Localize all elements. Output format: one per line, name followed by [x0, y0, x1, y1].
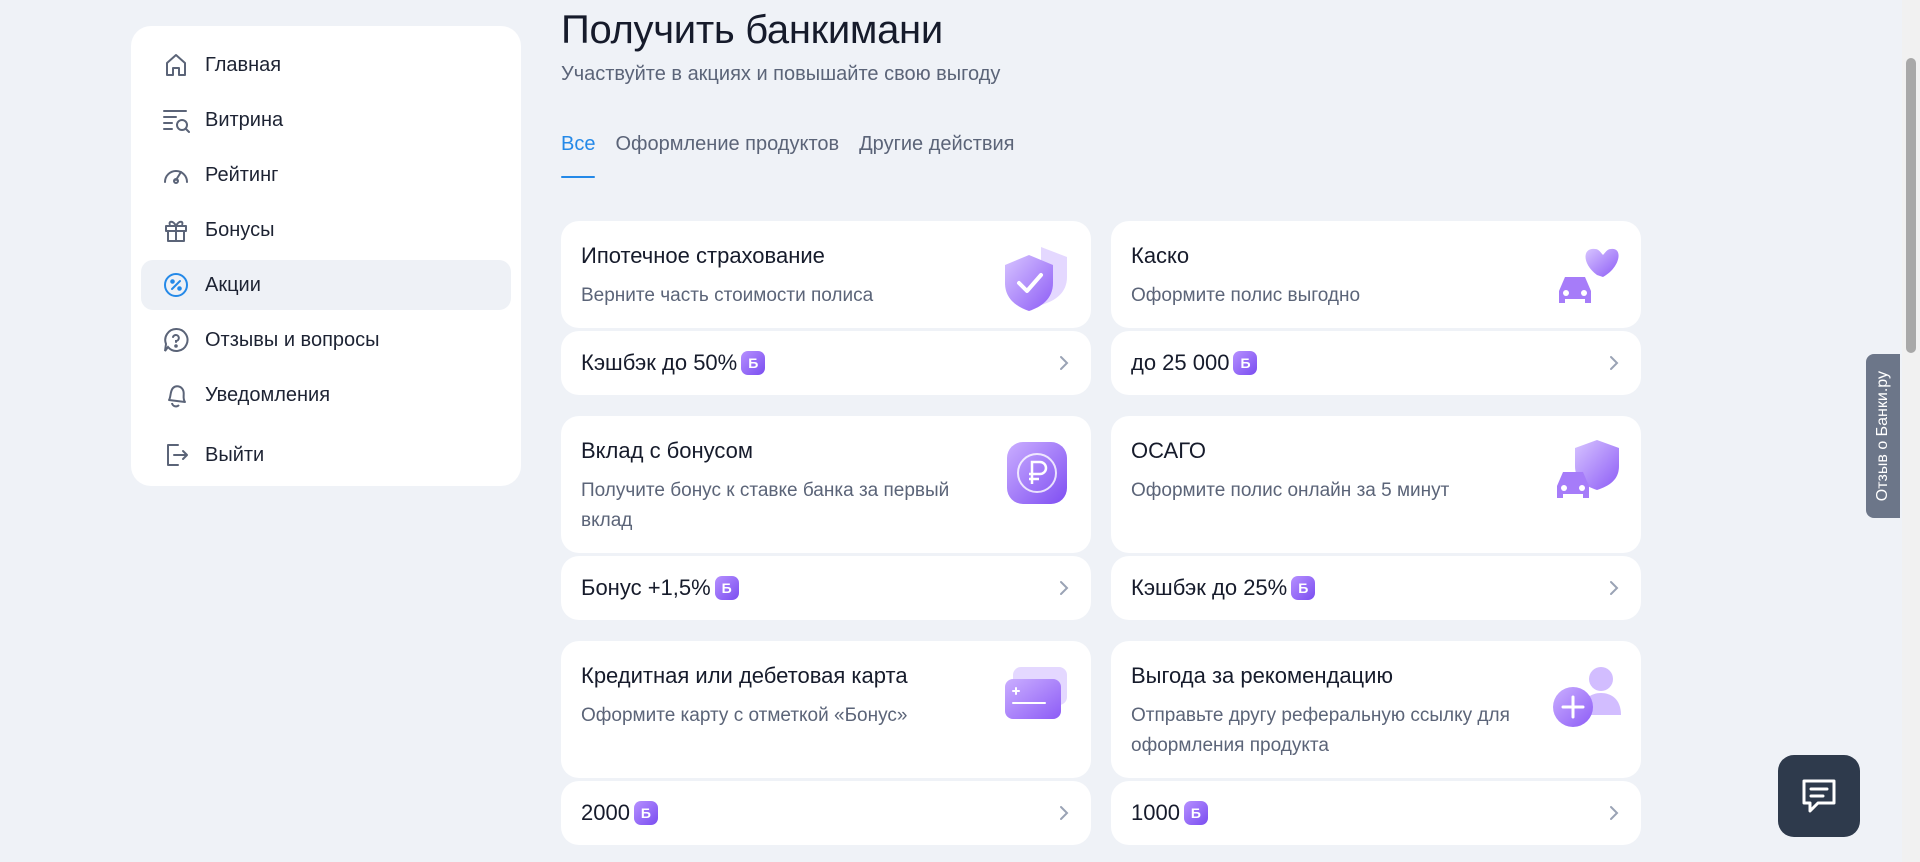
home-icon — [161, 50, 191, 80]
card-credit-debit-card-reward[interactable]: 2000 Б — [561, 781, 1091, 845]
card-deposit-bonus-reward[interactable]: Бонус +1,5% Б — [561, 556, 1091, 620]
reward-text: 2000 — [581, 800, 630, 825]
sidebar-item-bonuses[interactable]: Бонусы — [141, 205, 511, 255]
bell-icon — [161, 380, 191, 410]
ruble-coin-icon — [1001, 438, 1071, 508]
sidebar-item-showcase[interactable]: Витрина — [141, 95, 511, 145]
sidebar-item-label: Выйти — [205, 443, 265, 466]
reward-text: Кэшбэк до 50% — [581, 350, 738, 375]
percent-icon — [161, 270, 191, 300]
sidebar-item-label: Витрина — [205, 108, 284, 131]
chat-icon — [1802, 779, 1836, 813]
card-description: Верните часть стоимости полиса — [581, 285, 874, 306]
card-description: Оформите полис онлайн за 5 минут — [1131, 480, 1450, 501]
bonus-badge-icon: Б — [633, 801, 658, 825]
sidebar-item-label: Главная — [205, 53, 282, 76]
card-credit-debit-card[interactable]: Кредитная или дебетовая карта Оформите к… — [561, 641, 1091, 778]
chevron-right-icon — [1060, 356, 1069, 370]
reward: до 25 000 Б — [1131, 350, 1258, 376]
scrollbar-thumb[interactable] — [1906, 58, 1916, 353]
sidebar-item-label: Уведомления — [205, 383, 331, 406]
cards-icon — [1001, 663, 1071, 733]
logout-icon — [161, 440, 191, 470]
chevron-right-icon — [1060, 806, 1069, 820]
speedometer-icon — [161, 160, 191, 190]
chevron-right-icon — [1610, 356, 1619, 370]
sidebar-item-logout[interactable]: Выйти — [141, 430, 511, 480]
tab-other-actions[interactable]: Другие действия — [859, 133, 1014, 178]
card-description: Получите бонус к ставке банка за первый … — [581, 480, 950, 531]
sidebar-item-label: Рейтинг — [205, 163, 279, 186]
sidebar-item-reviews[interactable]: Отзывы и вопросы — [141, 315, 511, 365]
bonus-badge-icon: Б — [1233, 351, 1258, 375]
card-kasko-reward[interactable]: до 25 000 Б — [1111, 331, 1641, 395]
card-title: Ипотечное страхование — [581, 243, 825, 268]
card-osago-reward[interactable]: Кэшбэк до 25% Б — [1111, 556, 1641, 620]
bonus-badge-icon: Б — [741, 351, 766, 375]
card-mortgage-insurance[interactable]: Ипотечное страхование Верните часть стои… — [561, 221, 1091, 328]
showcase-icon — [161, 105, 191, 135]
reward: Кэшбэк до 25% Б — [1131, 575, 1316, 601]
chevron-right-icon — [1610, 581, 1619, 595]
card-description: Отправьте другу реферальную ссылку для о… — [1131, 705, 1510, 756]
reward-text: 1000 — [1131, 800, 1180, 825]
reward: 2000 Б — [581, 800, 658, 826]
card-deposit-bonus[interactable]: Вклад с бонусом Получите бонус к ставке … — [561, 416, 1091, 553]
chevron-right-icon — [1610, 806, 1619, 820]
card-title: Каско — [1131, 243, 1190, 268]
gift-icon — [161, 215, 191, 245]
page-title: Получить банкимани — [561, 8, 943, 52]
chat-button[interactable] — [1778, 755, 1860, 837]
card-title: Вклад с бонусом — [581, 438, 754, 463]
sidebar-item-promotions[interactable]: Акции — [141, 260, 511, 310]
sidebar-item-label: Бонусы — [205, 218, 275, 241]
question-bubble-icon — [161, 325, 191, 355]
card-description: Оформите полис выгодно — [1131, 285, 1361, 306]
user-plus-icon — [1551, 663, 1621, 733]
feedback-tab-label: Отзыв о Банки.ру — [1874, 370, 1891, 502]
tab-all[interactable]: Все — [561, 133, 596, 178]
sidebar-item-rating[interactable]: Рейтинг — [141, 150, 511, 200]
shield-check-icon — [1001, 243, 1071, 313]
chevron-right-icon — [1060, 581, 1069, 595]
reward: 1000 Б — [1131, 800, 1208, 826]
card-title: Выгода за рекомендацию — [1131, 663, 1393, 688]
sidebar-item-home[interactable]: Главная — [141, 40, 511, 90]
sidebar-item-label: Отзывы и вопросы — [205, 328, 380, 351]
reward: Бонус +1,5% Б — [581, 575, 739, 601]
tabs: Все Оформление продуктов Другие действия — [561, 133, 1014, 178]
card-referral[interactable]: Выгода за рекомендацию Отправьте другу р… — [1111, 641, 1641, 778]
bonus-badge-icon: Б — [1291, 576, 1316, 600]
feedback-tab[interactable]: Отзыв о Банки.ру — [1866, 354, 1900, 518]
card-mortgage-insurance-reward[interactable]: Кэшбэк до 50% Б — [561, 331, 1091, 395]
bonus-badge-icon: Б — [714, 576, 739, 600]
card-title: Кредитная или дебетовая карта — [581, 663, 908, 688]
card-referral-reward[interactable]: 1000 Б — [1111, 781, 1641, 845]
card-osago[interactable]: ОСАГО Оформите полис онлайн за 5 минут — [1111, 416, 1641, 553]
sidebar-item-notifications[interactable]: Уведомления — [141, 370, 511, 420]
sidebar: Главная Витрина Рейтинг Бонусы Акции Отз… — [131, 26, 521, 486]
card-kasko[interactable]: Каско Оформите полис выгодно — [1111, 221, 1641, 328]
page-subtitle: Участвуйте в акциях и повышайте свою выг… — [561, 63, 1001, 85]
card-description: Оформите карту с отметкой «Бонус» — [581, 705, 908, 726]
car-shield-icon — [1551, 438, 1621, 508]
reward-text: до 25 000 — [1131, 350, 1230, 375]
sidebar-item-label: Акции — [205, 273, 261, 296]
bonus-badge-icon: Б — [1183, 801, 1208, 825]
reward: Кэшбэк до 50% Б — [581, 350, 766, 376]
reward-text: Кэшбэк до 25% — [1131, 575, 1288, 600]
reward-text: Бонус +1,5% — [581, 575, 711, 600]
tab-product-registration[interactable]: Оформление продуктов — [615, 133, 839, 178]
car-heart-icon — [1551, 243, 1621, 313]
card-title: ОСАГО — [1131, 438, 1206, 463]
